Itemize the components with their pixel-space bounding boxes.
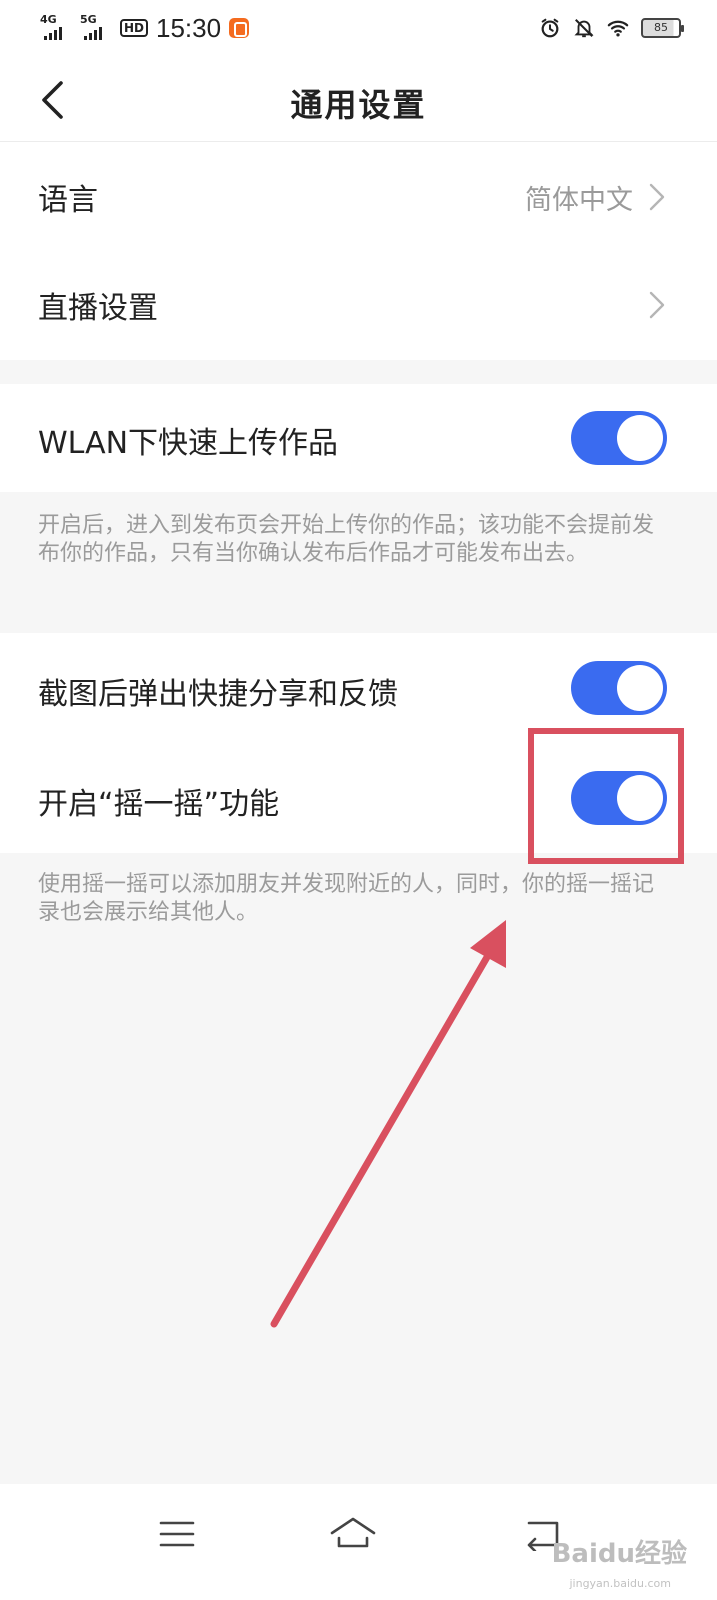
home-icon bbox=[330, 1517, 376, 1548]
settings-page: 4G 5G HD 15:30 85 通用设置 语言 简体中文 直播设置 WLAN… bbox=[0, 0, 717, 1600]
system-nav-bar: Baidu经验 jingyan.baidu.com bbox=[0, 1484, 717, 1600]
menu-icon bbox=[159, 1521, 195, 1547]
annotation-arrow-icon bbox=[270, 920, 506, 1328]
menu-button[interactable] bbox=[142, 1504, 212, 1564]
baidu-watermark: Baidu经验 bbox=[551, 1539, 687, 1569]
baidu-watermark-url: jingyan.baidu.com bbox=[569, 1577, 671, 1590]
home-button[interactable] bbox=[318, 1504, 388, 1564]
